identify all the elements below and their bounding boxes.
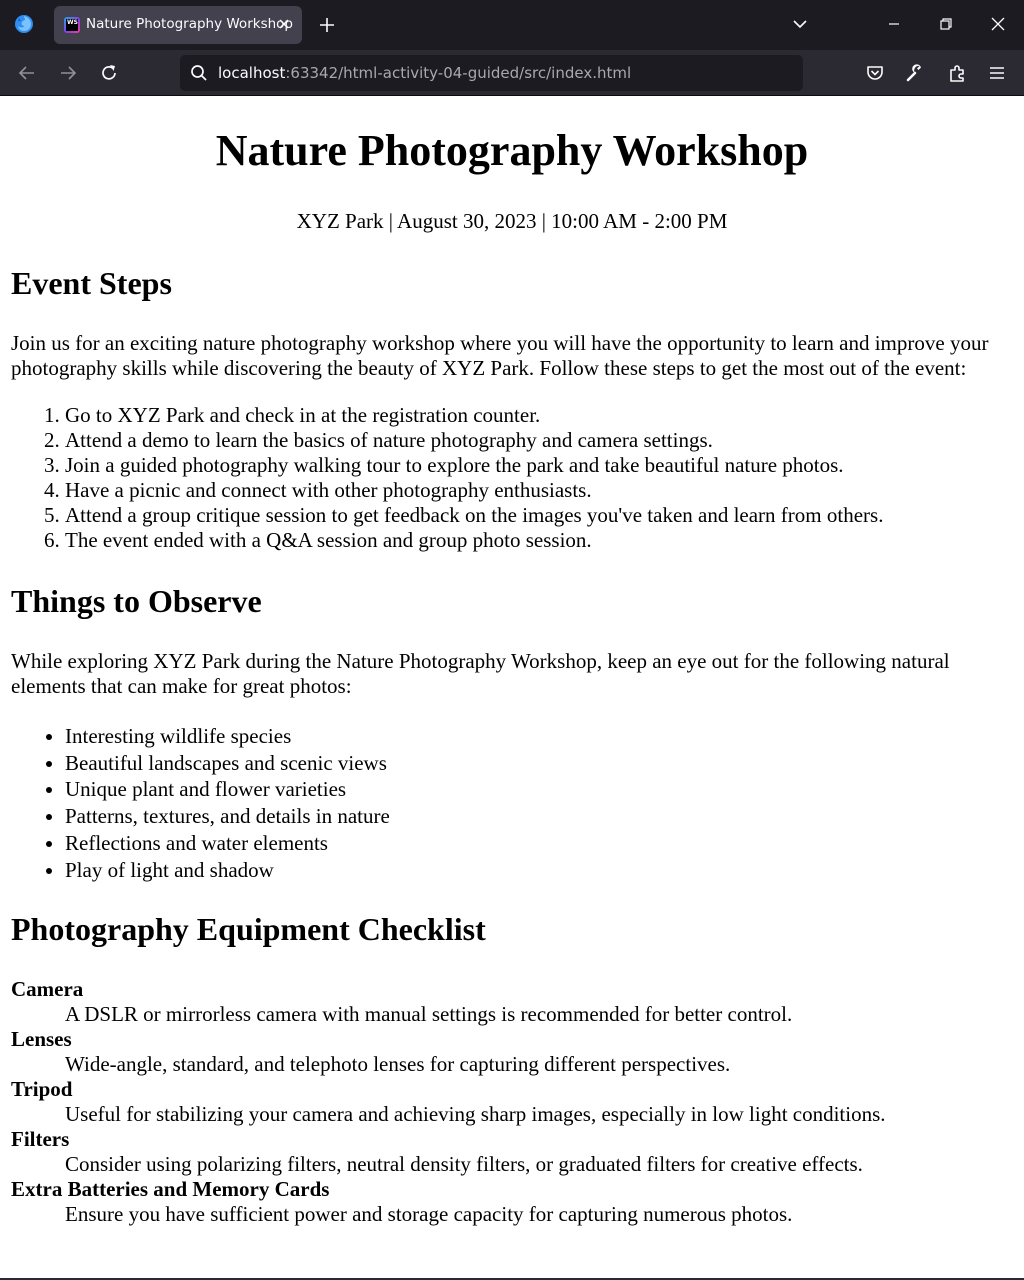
url-path: :63342/html-activity-04-guided/src/index…	[285, 64, 632, 82]
search-icon	[190, 64, 208, 82]
tab-active[interactable]: WS Nature Photography Workshop	[54, 6, 302, 44]
equipment-term: Extra Batteries and Memory Cards	[11, 1177, 330, 1202]
equipment-term: Filters	[11, 1127, 70, 1152]
list-item: Beautiful landscapes and scenic views	[65, 750, 1013, 777]
list-item: Patterns, textures, and details in natur…	[65, 803, 1013, 830]
restore-window-icon[interactable]	[936, 14, 956, 34]
minimize-window-icon[interactable]	[884, 14, 904, 34]
things-to-observe-list: Interesting wildlife species Beautiful l…	[11, 723, 1013, 883]
close-tab-icon[interactable]	[276, 16, 292, 32]
chevron-down-icon[interactable]	[790, 14, 810, 34]
equipment-term: Lenses	[11, 1027, 72, 1052]
event-steps-intro: Join us for an exciting nature photograp…	[11, 331, 989, 380]
list-item: Have a picnic and connect with other pho…	[65, 478, 1013, 503]
favicon-text: WS	[67, 19, 78, 26]
new-tab-plus-icon[interactable]	[316, 14, 338, 36]
page-body: Nature Photography Workshop XYZ Park | A…	[0, 126, 1024, 1227]
list-item: Reflections and water elements	[65, 830, 1013, 857]
url-host: localhost	[218, 64, 286, 82]
reload-icon[interactable]	[98, 62, 120, 84]
equipment-description: Wide-angle, standard, and telephoto lens…	[65, 1052, 731, 1077]
url-text[interactable]: localhost:63342/html-activity-04-guided/…	[218, 64, 631, 82]
list-item: Attend a demo to learn the basics of nat…	[65, 428, 1013, 453]
list-item: Play of light and shadow	[65, 857, 1013, 884]
equipment-definition-list: Camera A DSLR or mirrorless camera with …	[11, 977, 1013, 1227]
equipment-description: Consider using polarizing filters, neutr…	[65, 1152, 863, 1177]
tab-bar: WS Nature Photography Workshop	[0, 0, 1024, 50]
extensions-puzzle-icon[interactable]	[946, 62, 968, 84]
back-arrow-icon[interactable]	[16, 62, 38, 84]
forward-arrow-icon[interactable]	[57, 62, 79, 84]
equipment-term: Tripod	[11, 1077, 73, 1102]
list-item: Join a guided photography walking tour t…	[65, 453, 1013, 478]
firefox-view-icon[interactable]	[12, 12, 36, 36]
equipment-description: Ensure you have sufficient power and sto…	[65, 1202, 793, 1227]
event-steps-heading: Event Steps	[11, 265, 172, 301]
navigation-toolbar: localhost:63342/html-activity-04-guided/…	[0, 50, 1024, 96]
list-item: Go to XYZ Park and check in at the regis…	[65, 403, 1013, 428]
webstorm-favicon-icon: WS	[64, 17, 80, 33]
things-to-observe-intro: While exploring XYZ Park during the Natu…	[11, 649, 950, 698]
list-item: Unique plant and flower varieties	[65, 776, 1013, 803]
event-steps-list: Go to XYZ Park and check in at the regis…	[11, 403, 1013, 553]
tab-title: Nature Photography Workshop	[86, 16, 293, 32]
list-item: Attend a group critique session to get f…	[65, 503, 1013, 528]
equipment-checklist-heading: Photography Equipment Checklist	[11, 911, 486, 948]
hamburger-menu-icon[interactable]	[986, 62, 1008, 84]
address-bar[interactable]: localhost:63342/html-activity-04-guided/…	[180, 55, 803, 91]
list-item: The event ended with a Q&A session and g…	[65, 528, 1013, 553]
equipment-description: A DSLR or mirrorless camera with manual …	[65, 1002, 793, 1027]
equipment-description: Useful for stabilizing your camera and a…	[65, 1102, 886, 1127]
things-to-observe-heading: Things to Observe	[11, 583, 262, 619]
pocket-icon[interactable]	[864, 62, 886, 84]
page-title: Nature Photography Workshop	[215, 126, 809, 175]
page-viewport: Nature Photography Workshop XYZ Park | A…	[0, 96, 1024, 1280]
list-item: Interesting wildlife species	[65, 723, 1013, 750]
wrench-icon[interactable]	[904, 62, 926, 84]
equipment-term: Camera	[11, 977, 84, 1002]
close-window-icon[interactable]	[988, 14, 1008, 34]
event-details: XYZ Park | August 30, 2023 | 10:00 AM - …	[296, 209, 728, 233]
